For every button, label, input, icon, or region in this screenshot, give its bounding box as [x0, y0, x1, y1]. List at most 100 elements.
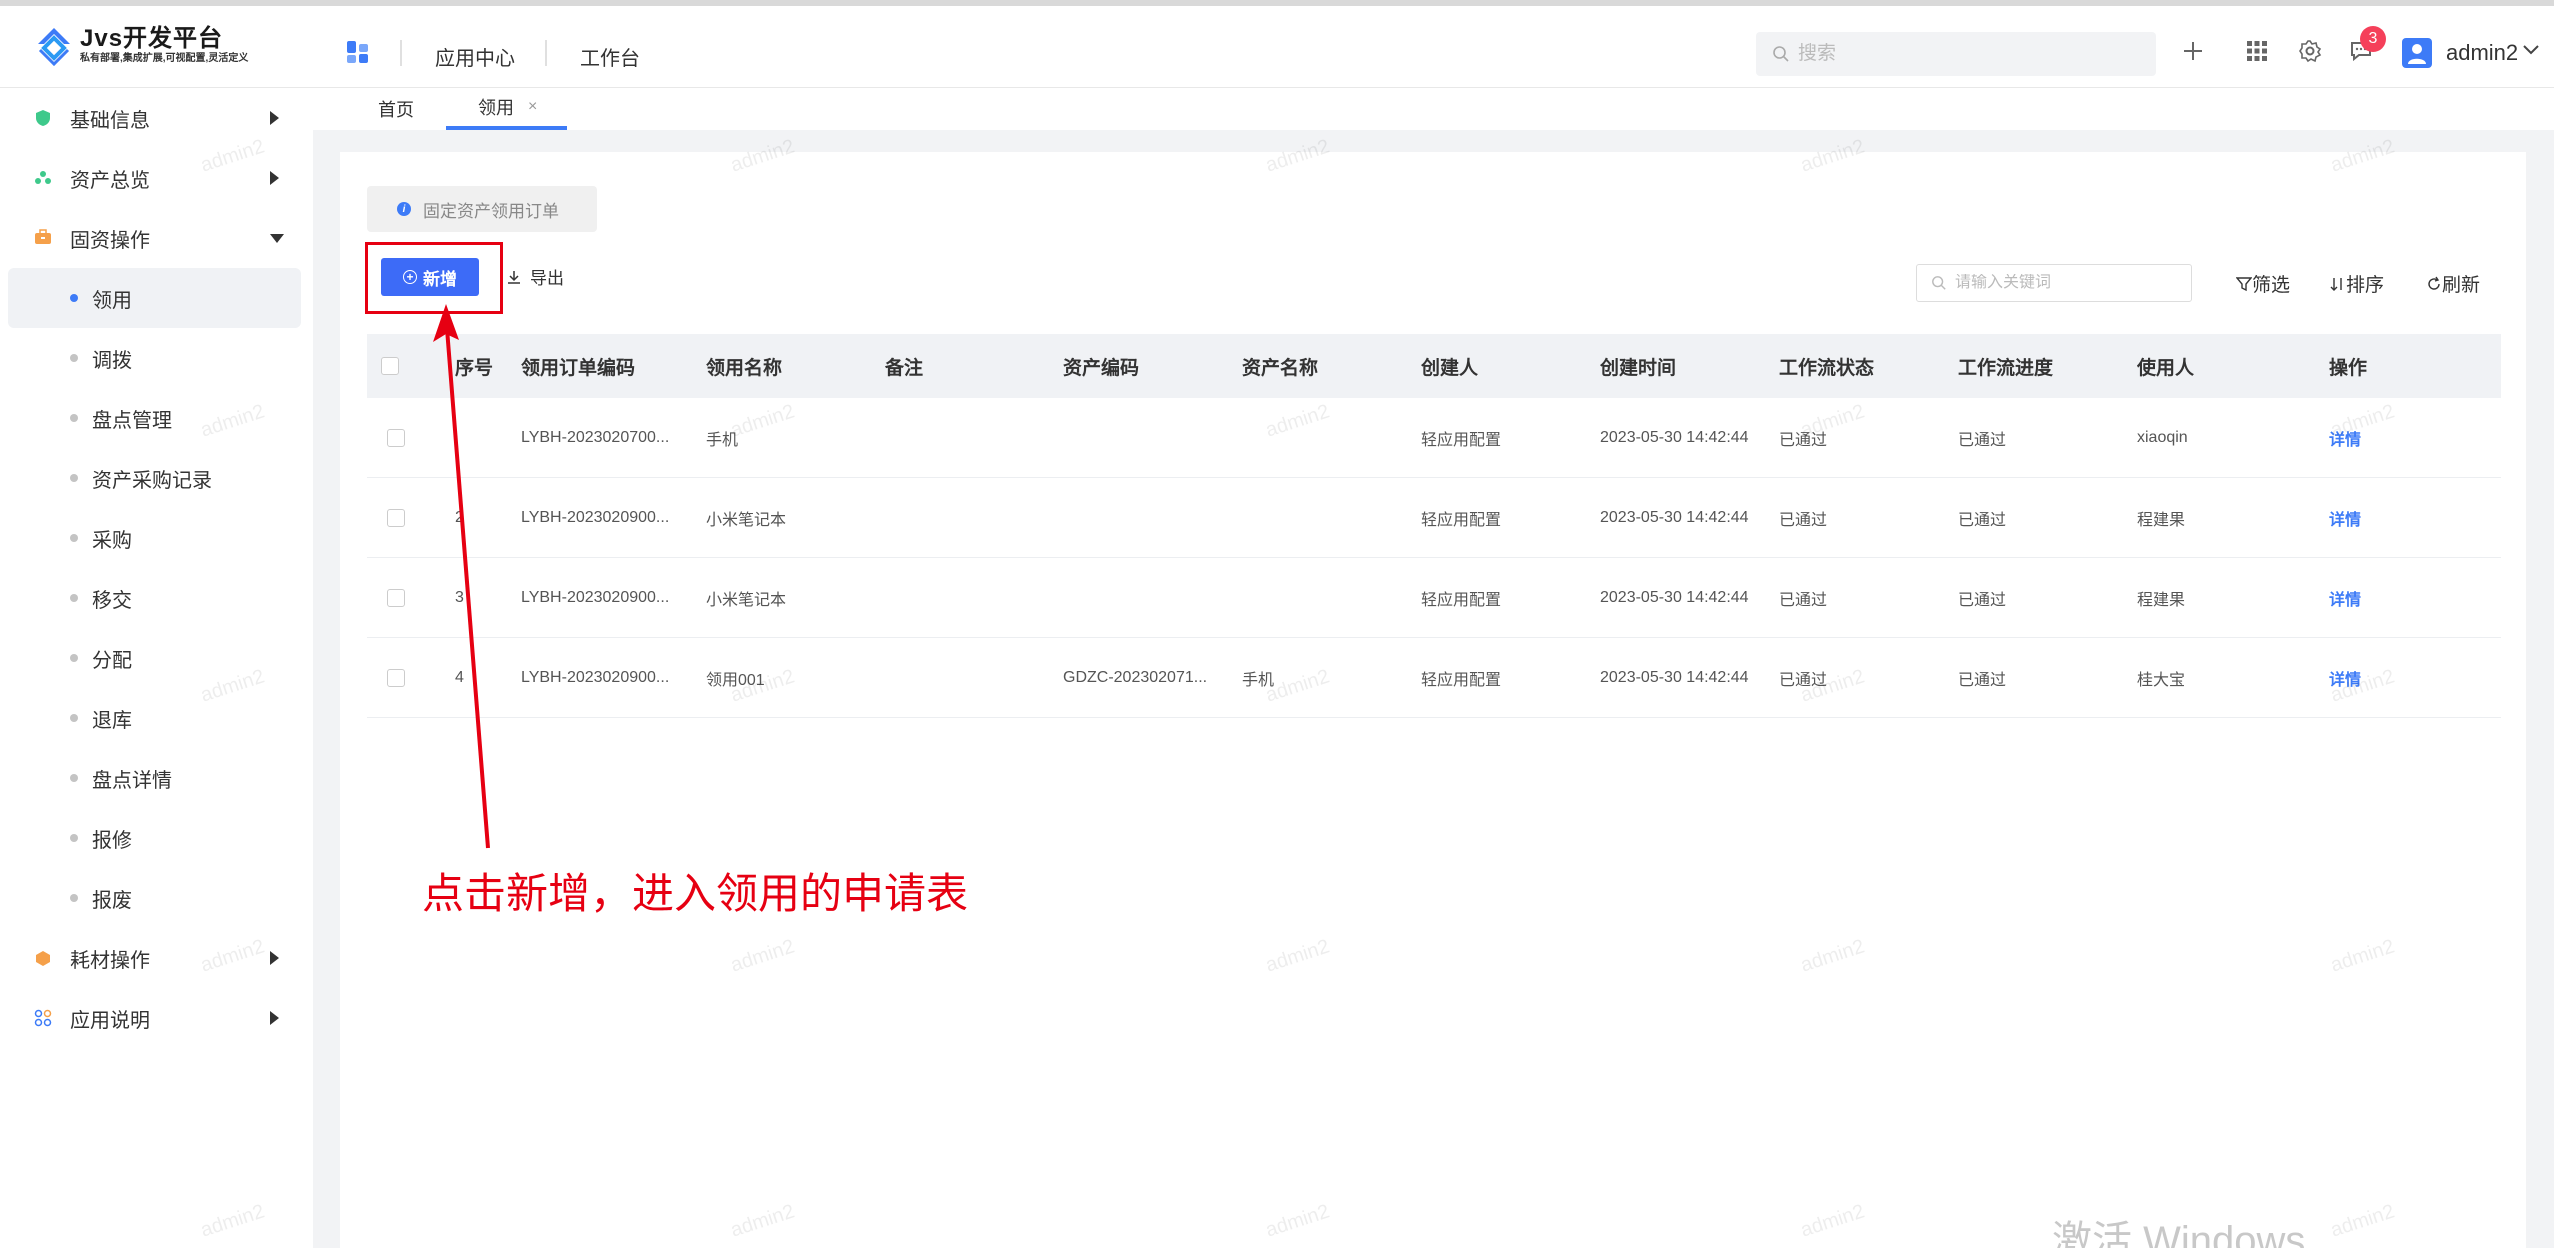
filter-button[interactable]: 筛选: [2236, 270, 2290, 297]
sidebar-subitem-label: 资产采购记录: [92, 469, 212, 492]
grid-circles-icon: [34, 1009, 52, 1027]
bullet-icon: [70, 834, 78, 842]
keyword-search[interactable]: [1916, 264, 2192, 302]
gear-icon[interactable]: [2297, 38, 2323, 64]
table-row: LYBH-2023020700... 手机 轻应用配置 2023-05-30 1…: [367, 398, 2501, 478]
sidebar-item-label: 固资操作: [70, 229, 150, 252]
add-button[interactable]: + 新增: [381, 258, 479, 296]
col-header: 使用人: [2137, 357, 2195, 379]
close-icon[interactable]: ×: [528, 98, 537, 116]
search-icon: [1773, 46, 1789, 62]
cell-user: 桂大宝: [2137, 671, 2186, 689]
sidebar-subitem-diaobo[interactable]: 调拨: [8, 328, 301, 388]
sort-icon: [2330, 277, 2342, 291]
sidebar-subitem-label: 领用: [92, 289, 132, 312]
top-header: Jvs开发平台 私有部署,集成扩展,可视配置,灵活定义 应用中心 工作台 搜索 …: [0, 0, 2554, 88]
table-row: 2 LYBH-2023020900... 小米笔记本 轻应用配置 2023-05…: [367, 478, 2501, 558]
nav-divider: [400, 40, 402, 66]
select-all-checkbox[interactable]: [381, 357, 399, 375]
sidebar-subitem-return[interactable]: 退库: [8, 688, 301, 748]
sidebar-item-basic-info[interactable]: 基础信息: [0, 88, 313, 148]
refresh-button[interactable]: 刷新: [2426, 270, 2480, 297]
col-header: 资产名称: [1242, 357, 1319, 379]
user-name[interactable]: admin2: [2446, 40, 2518, 66]
sidebar-subitem-purchase[interactable]: 采购: [8, 508, 301, 568]
detail-link[interactable]: 详情: [2329, 478, 2361, 557]
sidebar-subitem-allocate[interactable]: 分配: [8, 628, 301, 688]
sidebar-item-label: 应用说明: [70, 1009, 150, 1032]
bullet-icon: [70, 474, 78, 482]
sort-button[interactable]: 排序: [2330, 270, 2384, 297]
cell-wf-progress: 已通过: [1958, 671, 2007, 689]
avatar[interactable]: [2402, 38, 2432, 68]
cell-name: 领用001: [706, 671, 765, 689]
cell-wf-status: 已通过: [1779, 431, 1828, 449]
plus-icon[interactable]: [2180, 38, 2206, 64]
data-table: 序号 领用订单编码 领用名称 备注 资产编码 资产名称 创建人 创建时间 工作流…: [367, 334, 2501, 718]
sidebar-item-asset-overview[interactable]: 资产总览: [0, 148, 313, 208]
row-checkbox[interactable]: [387, 668, 405, 687]
caret-right-icon: [270, 1011, 279, 1025]
sidebar-subitem-label: 移交: [92, 589, 132, 612]
sidebar-subitem-purchase-records[interactable]: 资产采购记录: [8, 448, 301, 508]
sidebar-item-consumables-ops[interactable]: 耗材操作: [0, 928, 313, 988]
detail-link[interactable]: 详情: [2329, 558, 2361, 637]
cell-created: 2023-05-30 14:42:44: [1600, 508, 1749, 526]
sidebar-subitem-scrap[interactable]: 报废: [8, 868, 301, 928]
sidebar-subitem-label: 采购: [92, 529, 132, 552]
cell-creator: 轻应用配置: [1421, 591, 1502, 609]
sidebar-item-label: 耗材操作: [70, 949, 150, 972]
main-card: i 固定资产领用订单 + 新增 导出 筛选 排序 刷新 序号 领用订单编码 领用…: [340, 152, 2526, 1248]
nav-workbench[interactable]: 工作台: [580, 42, 640, 71]
search-icon: [1932, 276, 1946, 290]
sidebar-subitem-transfer[interactable]: 移交: [8, 568, 301, 628]
cell-creator: 轻应用配置: [1421, 511, 1502, 529]
chevron-down-icon[interactable]: [2522, 44, 2540, 56]
cell-asset-code: GDZC-202302071...: [1063, 668, 1208, 686]
tab-home[interactable]: 首页: [378, 88, 414, 130]
apps-grid-icon[interactable]: [2244, 38, 2270, 64]
global-search-input[interactable]: [1798, 43, 2138, 65]
row-checkbox[interactable]: [387, 588, 405, 607]
row-checkbox[interactable]: [387, 428, 405, 447]
sidebar-subitem-inventory-detail[interactable]: 盘点详情: [8, 748, 301, 808]
sidebar-item-app-docs[interactable]: 应用说明: [0, 988, 313, 1048]
sidebar-subitem-label: 调拨: [92, 349, 132, 372]
detail-link[interactable]: 详情: [2329, 638, 2361, 717]
sidebar-subitem-inventory-mgmt[interactable]: 盘点管理: [8, 388, 301, 448]
logo-title: Jvs开发平台: [80, 25, 224, 52]
sidebar-item-fixed-asset-ops[interactable]: 固资操作: [0, 208, 313, 268]
bullet-icon: [70, 894, 78, 902]
page-tabs: 首页 领用 ×: [313, 88, 2554, 130]
global-search[interactable]: [1756, 32, 2156, 76]
row-checkbox[interactable]: [387, 508, 405, 527]
col-header: 备注: [885, 357, 924, 379]
logo-subtitle: 私有部署,集成扩展,可视配置,灵活定义: [80, 53, 249, 64]
refresh-button-label: 刷新: [2442, 275, 2481, 296]
cell-user: 程建果: [2137, 591, 2186, 609]
col-header: 创建人: [1421, 357, 1479, 379]
col-header: 领用订单编码: [521, 357, 636, 379]
sidebar-subitem-label: 报废: [92, 889, 132, 912]
sidebar-subitem-repair[interactable]: 报修: [8, 808, 301, 868]
add-button-label: 新增: [423, 269, 457, 289]
bullet-icon: [70, 294, 78, 302]
tab-lingyong[interactable]: 领用 ×: [446, 88, 568, 130]
col-header: 领用名称: [706, 357, 783, 379]
keyword-search-input[interactable]: [1955, 274, 2185, 292]
bullet-icon: [70, 534, 78, 542]
detail-link[interactable]: 详情: [2329, 398, 2361, 477]
col-header: 工作流进度: [1958, 357, 2054, 379]
plus-circle-icon: +: [403, 270, 417, 284]
bullet-icon: [70, 654, 78, 662]
export-button[interactable]: 导出: [506, 264, 564, 289]
cell-name: 小米笔记本: [706, 591, 787, 609]
filter-button-label: 筛选: [2252, 275, 2291, 296]
logo[interactable]: Jvs开发平台 私有部署,集成扩展,可视配置,灵活定义: [36, 26, 248, 66]
app-grid-icon[interactable]: [346, 40, 370, 64]
sidebar-subitem-lingyong[interactable]: 领用: [8, 268, 301, 328]
nav-app-center[interactable]: 应用中心: [435, 42, 515, 71]
sidebar-subitem-label: 退库: [92, 709, 132, 732]
cell-name: 小米笔记本: [706, 511, 787, 529]
notification-badge: 3: [2360, 26, 2386, 52]
